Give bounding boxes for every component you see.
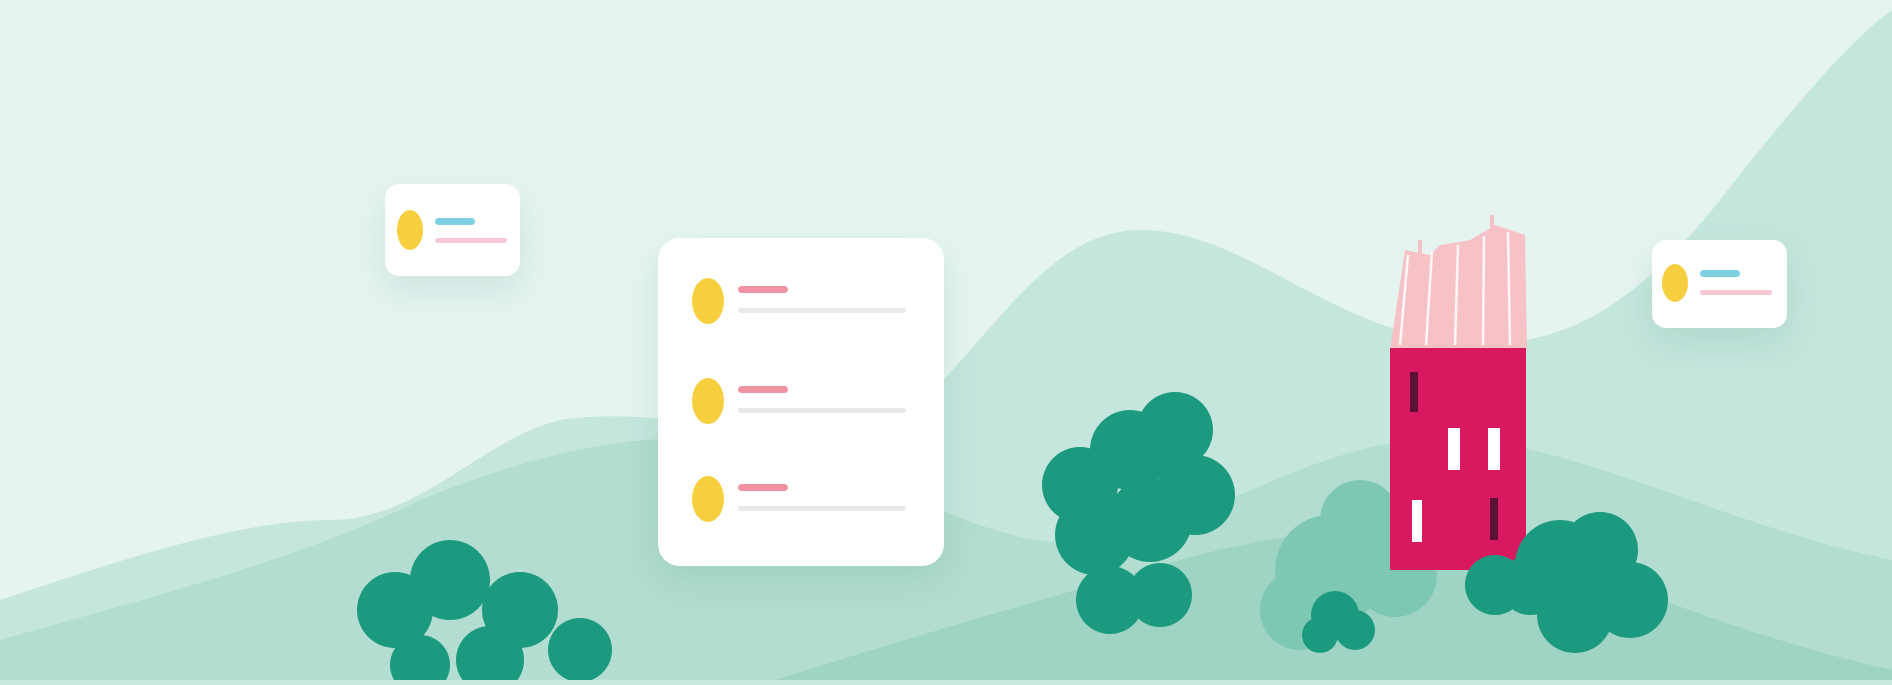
hero-illustration bbox=[0, 0, 1892, 685]
item-title-placeholder bbox=[435, 218, 475, 225]
house-window bbox=[1490, 498, 1498, 540]
house-window bbox=[1488, 428, 1500, 470]
house bbox=[1390, 215, 1527, 570]
item-subtitle-placeholder bbox=[435, 238, 507, 243]
list-card-small-left bbox=[385, 184, 520, 276]
item-title-placeholder bbox=[738, 286, 788, 293]
house-window bbox=[1410, 372, 1418, 412]
item-title-placeholder bbox=[738, 484, 788, 491]
item-avatar bbox=[692, 476, 724, 522]
item-subtitle-placeholder bbox=[1700, 290, 1772, 295]
item-title-placeholder bbox=[1700, 270, 1740, 277]
item-subtitle-placeholder bbox=[738, 408, 906, 413]
item-title-placeholder bbox=[738, 386, 788, 393]
house-window bbox=[1448, 428, 1460, 470]
list-card-small-right bbox=[1652, 240, 1787, 328]
item-avatar bbox=[397, 210, 423, 250]
item-avatar bbox=[692, 378, 724, 424]
ground-strip bbox=[0, 680, 1892, 685]
item-subtitle-placeholder bbox=[738, 506, 906, 511]
landscape-illustration bbox=[0, 0, 1892, 685]
item-subtitle-placeholder bbox=[738, 308, 906, 313]
item-avatar bbox=[1662, 264, 1688, 302]
house-window bbox=[1412, 500, 1422, 542]
list-card-large bbox=[658, 238, 944, 566]
item-avatar bbox=[692, 278, 724, 324]
